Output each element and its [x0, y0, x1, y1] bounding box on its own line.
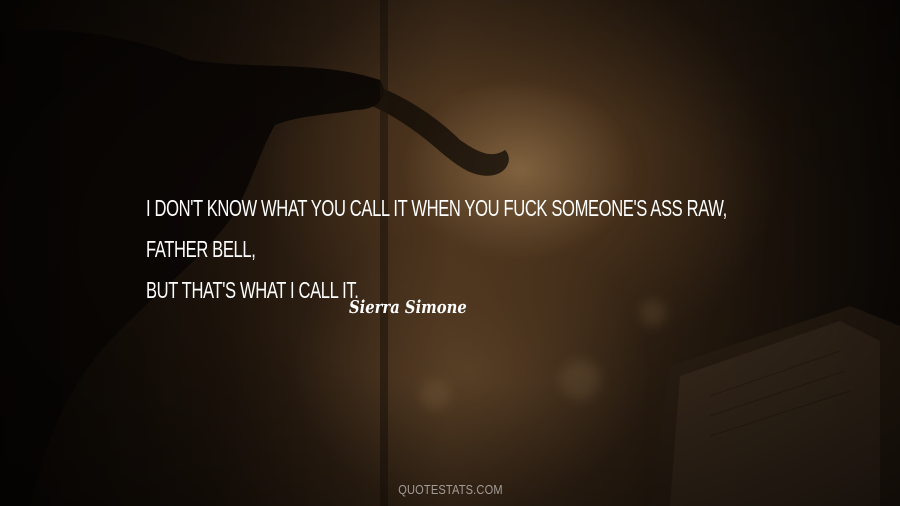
site-watermark: QUOTESTATS.COM [0, 482, 900, 497]
quote-card: I don't know what you call it when you f… [0, 0, 900, 506]
watermark-text: QUOTESTATS.COM [397, 482, 503, 497]
quote-author: Sierra Simone [349, 297, 467, 318]
quote-text: I don't know what you call it when you f… [146, 188, 780, 311]
quote-line-1: I don't know what you call it when you f… [146, 195, 727, 262]
